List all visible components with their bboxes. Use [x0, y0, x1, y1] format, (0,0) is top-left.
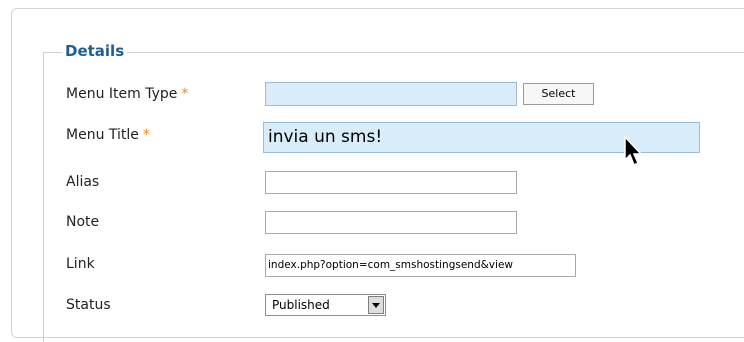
- menu-item-type-label: Menu Item Type *: [66, 84, 188, 104]
- menu-title-label: Menu Title *: [66, 125, 150, 145]
- select-menu-item-type-button[interactable]: Select: [523, 83, 594, 105]
- alias-field[interactable]: [265, 171, 517, 194]
- menu-title-label-text: Menu Title: [66, 127, 139, 143]
- mouse-pointer-icon: [624, 136, 643, 167]
- note-field[interactable]: [265, 211, 517, 234]
- status-label: Status: [66, 297, 111, 313]
- status-select-value: Published: [272, 298, 330, 312]
- link-field[interactable]: index.php?option=com_smshostingsend&view: [265, 254, 576, 277]
- link-label: Link: [66, 256, 95, 272]
- status-select[interactable]: Published: [265, 294, 386, 316]
- alias-label: Alias: [66, 174, 100, 190]
- note-label: Note: [66, 214, 100, 230]
- required-star: *: [142, 127, 150, 143]
- menu-item-type-field[interactable]: [265, 82, 517, 106]
- menu-item-type-label-text: Menu Item Type: [66, 86, 178, 102]
- details-legend: Details: [62, 40, 128, 62]
- chevron-down-icon[interactable]: [368, 296, 384, 314]
- required-star: *: [181, 86, 189, 102]
